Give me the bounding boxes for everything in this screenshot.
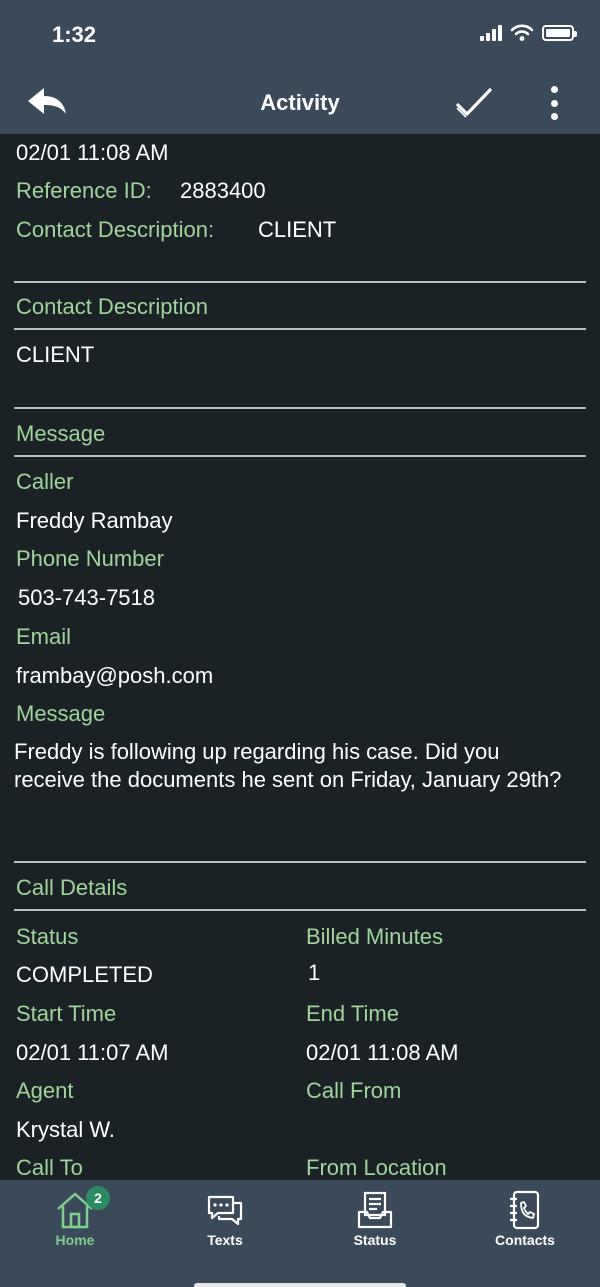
caller-label: Caller [16,469,74,494]
battery-icon [542,25,577,41]
contact-description-value: CLIENT [258,217,337,242]
phone-number-label: Phone Number [16,546,164,571]
notification-badge: 2 [86,1186,110,1210]
agent-value: Krystal W. [16,1117,116,1142]
billed-minutes-label: Billed Minutes [306,924,443,949]
more-options-icon[interactable] [540,84,568,122]
caller-value: Freddy Rambay [16,508,173,533]
activity-detail[interactable]: 02/01 11:08 AM Reference ID: 2883400 Con… [0,134,600,1180]
nav-bar: Activity [0,72,600,134]
message-text: Freddy is following up regarding his cas… [14,739,562,792]
status-bar: 1:32 [0,0,600,72]
tab-contacts[interactable]: Contacts [450,1180,600,1260]
start-time-label: Start Time [16,1001,117,1026]
tab-label: Home [55,1232,95,1248]
end-time-label: End Time [306,1001,399,1026]
end-time-value: 02/01 11:08 AM [306,1040,459,1065]
status-icons [480,24,577,42]
email-label: Email [16,624,72,649]
tab-status[interactable]: Status [300,1180,450,1260]
activity-datetime: 02/01 11:08 AM [16,140,169,165]
reference-id-label: Reference ID: [16,178,152,203]
email-value[interactable]: frambay@posh.com [16,663,213,689]
divider [14,281,586,283]
contacts-book-icon [510,1190,540,1230]
agent-label: Agent [16,1078,74,1103]
phone-number-value[interactable]: 503-743-7518 [18,585,155,611]
contact-description-label: Contact Description: [16,217,215,242]
tab-home[interactable]: 2 Home [0,1180,150,1260]
divider [14,861,586,863]
signal-icon [480,25,502,41]
status-value: COMPLETED [16,962,153,987]
status-label: Status [16,924,79,949]
reference-id-value: 2883400 [180,178,266,203]
checkmark-icon[interactable] [454,84,494,122]
tab-bar: 2 Home Texts Status Contacts [0,1180,600,1287]
tab-label: Texts [207,1232,243,1248]
call-to-label: Call To [16,1155,83,1180]
from-location-label: From Location [306,1155,447,1180]
tab-label: Contacts [495,1232,555,1248]
wifi-icon [510,24,534,41]
divider [14,909,586,911]
divider [14,407,586,409]
tab-label: Status [353,1232,397,1248]
contact-description-text: CLIENT [16,342,95,367]
divider [14,328,586,330]
message-label: Message [16,701,106,726]
page-title: Activity [260,90,340,115]
tab-texts[interactable]: Texts [150,1180,300,1260]
home-indicator[interactable] [194,1283,406,1287]
status-time: 1:32 [52,22,97,47]
call-details-header: Call Details [16,875,128,900]
message-section-header: Message [16,421,106,446]
start-time-value: 02/01 11:07 AM [16,1040,169,1065]
contact-description-header: Contact Description [16,294,208,319]
divider [14,455,586,457]
chat-icon [207,1195,243,1226]
call-from-label: Call From [306,1078,402,1103]
inbox-icon [357,1191,393,1229]
billed-minutes-value: 1 [308,960,321,985]
